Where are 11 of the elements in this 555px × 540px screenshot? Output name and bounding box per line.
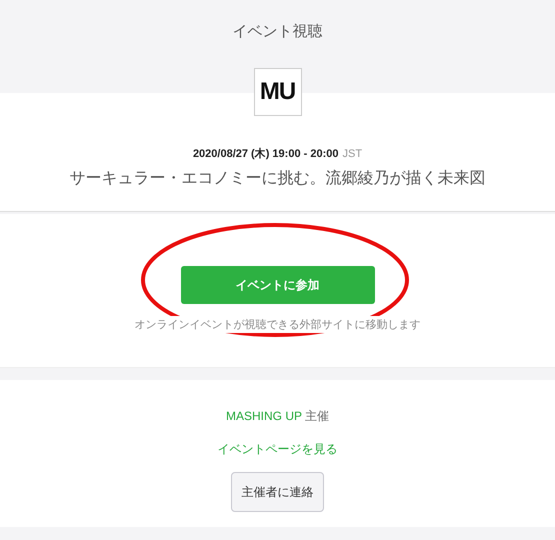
page-title: イベント視聴 xyxy=(232,22,322,42)
event-date: 2020/08/27 (木) 19:00 - 20:00 xyxy=(192,148,338,160)
event-page-link[interactable]: イベントページを見る xyxy=(218,441,338,458)
organizer-link[interactable]: MASHING UP xyxy=(226,409,302,423)
logo: MU xyxy=(254,68,302,116)
timezone-label: JST xyxy=(342,148,362,160)
contact-button[interactable]: 主催者に連絡 xyxy=(231,472,324,512)
redirect-note: オンラインイベントが視聴できる外部サイトに移動します xyxy=(132,316,422,333)
event-title: サーキュラー・エコノミーに挑む。流郷綾乃が描く未来図 xyxy=(70,168,486,189)
join-button[interactable]: イベントに参加 xyxy=(180,266,374,304)
organizer-suffix: 主催 xyxy=(305,409,329,423)
